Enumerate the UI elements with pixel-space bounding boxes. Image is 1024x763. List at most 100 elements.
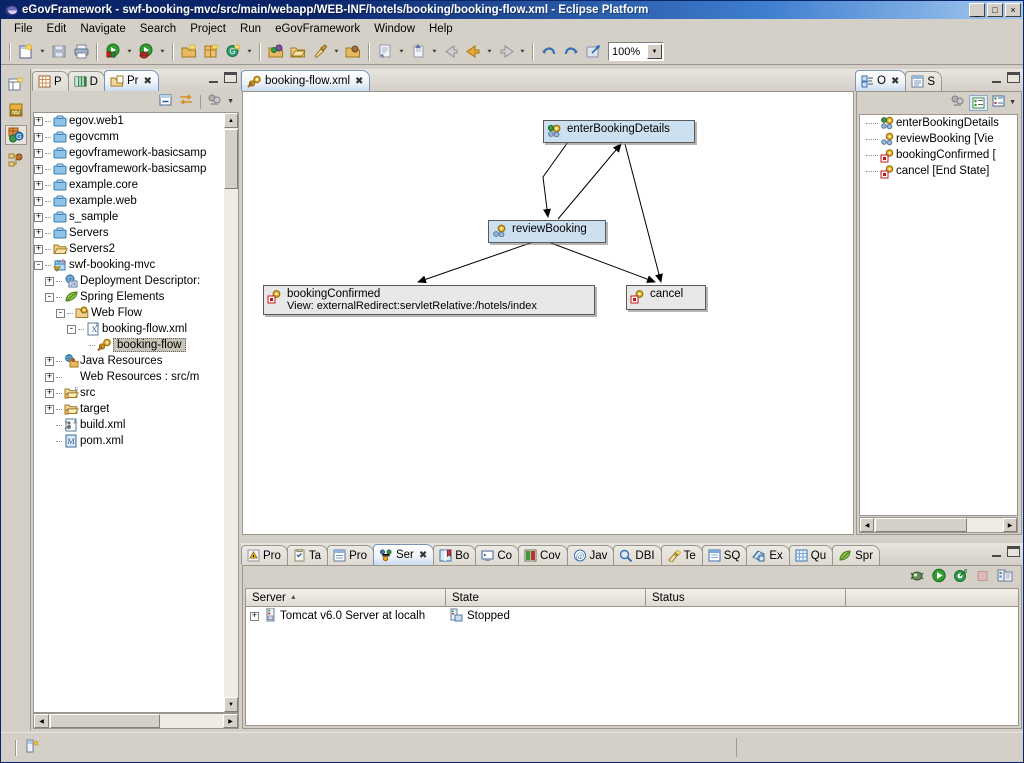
run-icon[interactable] <box>102 41 124 62</box>
tree-item[interactable]: -XFbooking-flow.xml <box>34 321 224 337</box>
tab-ta-1[interactable]: Ta <box>287 545 328 565</box>
tree-expander[interactable]: + <box>45 405 54 414</box>
expand-icon[interactable]: + <box>250 612 259 621</box>
svn-repository-icon[interactable]: SVN <box>5 100 27 120</box>
maximize-view-icon[interactable] <box>224 72 237 83</box>
tree-item[interactable]: +egovframework-basicsamp <box>34 145 224 161</box>
search-icon[interactable] <box>309 41 331 62</box>
tree-item[interactable]: +example.web <box>34 193 224 209</box>
back-dropdown-arrow[interactable] <box>484 41 495 62</box>
tab-outline[interactable]: O ✖ <box>855 70 906 91</box>
tree-expander[interactable]: + <box>34 181 43 190</box>
sort-icon[interactable] <box>992 95 1005 110</box>
new-perspective-icon[interactable] <box>5 75 27 95</box>
column-header-status[interactable]: Status <box>646 589 846 606</box>
external-tools-icon[interactable] <box>582 41 604 62</box>
new-class-dropdown-arrow[interactable] <box>244 41 255 62</box>
flow-diagram-canvas[interactable]: enterBookingDetails reviewBooking <box>242 91 854 535</box>
profile-server-icon[interactable] <box>953 568 969 586</box>
tab-snippets[interactable]: S <box>905 71 942 91</box>
tree-item[interactable]: +24Deployment Descriptor: <box>34 273 224 289</box>
tree-expander[interactable]: + <box>45 373 54 382</box>
collapse-all-icon[interactable] <box>158 93 173 110</box>
zoom-combo[interactable]: 100% ▼ <box>608 42 664 61</box>
properties-view-icon[interactable] <box>969 95 988 111</box>
close-icon[interactable]: ✖ <box>355 76 363 87</box>
maximize-button[interactable]: □ <box>987 3 1003 17</box>
new-java-project-icon[interactable] <box>178 41 200 62</box>
tab-jav-7[interactable]: @Jav <box>567 545 615 565</box>
tree-expander[interactable]: - <box>56 309 65 318</box>
open-task-icon[interactable] <box>342 41 364 62</box>
scroll-left-button[interactable]: ◀ <box>860 518 874 532</box>
tree-item[interactable]: Mpom.xml <box>34 433 224 449</box>
tab-bo-4[interactable]: Bo <box>433 545 476 565</box>
tree-expander[interactable]: + <box>34 149 43 158</box>
print-icon[interactable] <box>70 41 92 62</box>
tree-item[interactable]: Abuild.xml <box>34 417 224 433</box>
egov-perspective-icon[interactable]: G <box>5 125 27 145</box>
tree-expander[interactable]: + <box>34 197 43 206</box>
column-header-state[interactable]: State <box>446 589 646 606</box>
node-bookingConfirmed[interactable]: bookingConfirmed View: externalRedirect:… <box>263 285 595 315</box>
open-resource-icon[interactable] <box>287 41 309 62</box>
open-type-icon[interactable] <box>265 41 287 62</box>
tab-te-9[interactable]: Te <box>661 545 703 565</box>
stop-server-icon[interactable] <box>975 568 991 586</box>
minimize-view-icon[interactable] <box>990 546 1003 557</box>
tree-expander[interactable]: - <box>67 325 76 334</box>
menu-search[interactable]: Search <box>133 21 183 37</box>
menu-egovframework[interactable]: eGovFramework <box>268 21 367 37</box>
tab-qu-12[interactable]: Qu <box>789 545 833 565</box>
tree-item[interactable]: +egovcmm <box>34 129 224 145</box>
previous-edit-dropdown-arrow[interactable] <box>429 41 440 62</box>
tree-item[interactable]: -Web Flow <box>34 305 224 321</box>
tree-expander[interactable]: + <box>34 165 43 174</box>
scroll-thumb-h[interactable] <box>875 518 967 532</box>
scroll-down-button[interactable]: ▼ <box>224 697 238 712</box>
maximize-view-icon[interactable] <box>1007 72 1020 83</box>
menu-navigate[interactable]: Navigate <box>73 21 132 37</box>
tab-co-5[interactable]: Co <box>475 545 519 565</box>
tree-item[interactable]: +egovframework-basicsamp <box>34 161 224 177</box>
forward-icon[interactable] <box>495 41 517 62</box>
table-row[interactable]: + Tomcat v6.0 Server at localh Stopped <box>246 607 1018 625</box>
new-wizard-icon[interactable] <box>15 41 37 62</box>
tab-ser-3[interactable]: Ser✖ <box>373 544 434 565</box>
scroll-thumb-h[interactable] <box>50 714 160 728</box>
new-class-icon[interactable]: G <box>222 41 244 62</box>
outline-item[interactable]: cancel [End State] <box>860 163 1017 179</box>
menu-edit[interactable]: Edit <box>40 21 74 37</box>
tab-package-explorer[interactable]: P <box>32 71 69 91</box>
tab-ex-11[interactable]: Ex <box>746 545 789 565</box>
close-button[interactable]: × <box>1005 3 1021 17</box>
undo-icon[interactable] <box>538 41 560 62</box>
tab-cov-6[interactable]: Cov <box>518 545 567 565</box>
project-tree-hscrollbar[interactable]: ◀ ▶ <box>33 713 239 729</box>
project-tree[interactable]: +egov.web1+egovcmm+egovframework-basicsa… <box>33 112 224 713</box>
tree-expander[interactable]: + <box>45 357 54 366</box>
node-cancel[interactable]: cancel <box>626 285 706 310</box>
outline-item[interactable]: enterBookingDetails <box>860 115 1017 131</box>
debug-dropdown-arrow[interactable] <box>157 41 168 62</box>
servers-table[interactable]: Server ▲ State Status + <box>245 588 1019 726</box>
tree-expander[interactable]: + <box>34 229 43 238</box>
search-dropdown-arrow[interactable] <box>331 41 342 62</box>
new-package-icon[interactable] <box>200 41 222 62</box>
tab-project-explorer[interactable]: D <box>68 71 105 91</box>
column-header-server[interactable]: Server ▲ <box>246 589 446 606</box>
tree-item[interactable]: +Web Resources : src/m <box>34 369 224 385</box>
scroll-left-button[interactable]: ◀ <box>34 714 49 728</box>
back-icon[interactable] <box>440 41 462 62</box>
tree-item[interactable]: +target <box>34 401 224 417</box>
previous-edit-icon[interactable] <box>407 41 429 62</box>
scroll-right-button[interactable]: ▶ <box>223 714 238 728</box>
java-browsing-icon[interactable] <box>5 150 27 170</box>
node-reviewBooking[interactable]: reviewBooking <box>488 220 606 243</box>
scroll-thumb[interactable] <box>224 129 238 189</box>
node-enterBookingDetails[interactable]: enterBookingDetails <box>543 120 695 143</box>
close-icon[interactable]: ✖ <box>419 550 427 561</box>
debug-icon[interactable] <box>135 41 157 62</box>
tab-spr-13[interactable]: Spr <box>832 545 880 565</box>
menu-project[interactable]: Project <box>183 21 233 37</box>
